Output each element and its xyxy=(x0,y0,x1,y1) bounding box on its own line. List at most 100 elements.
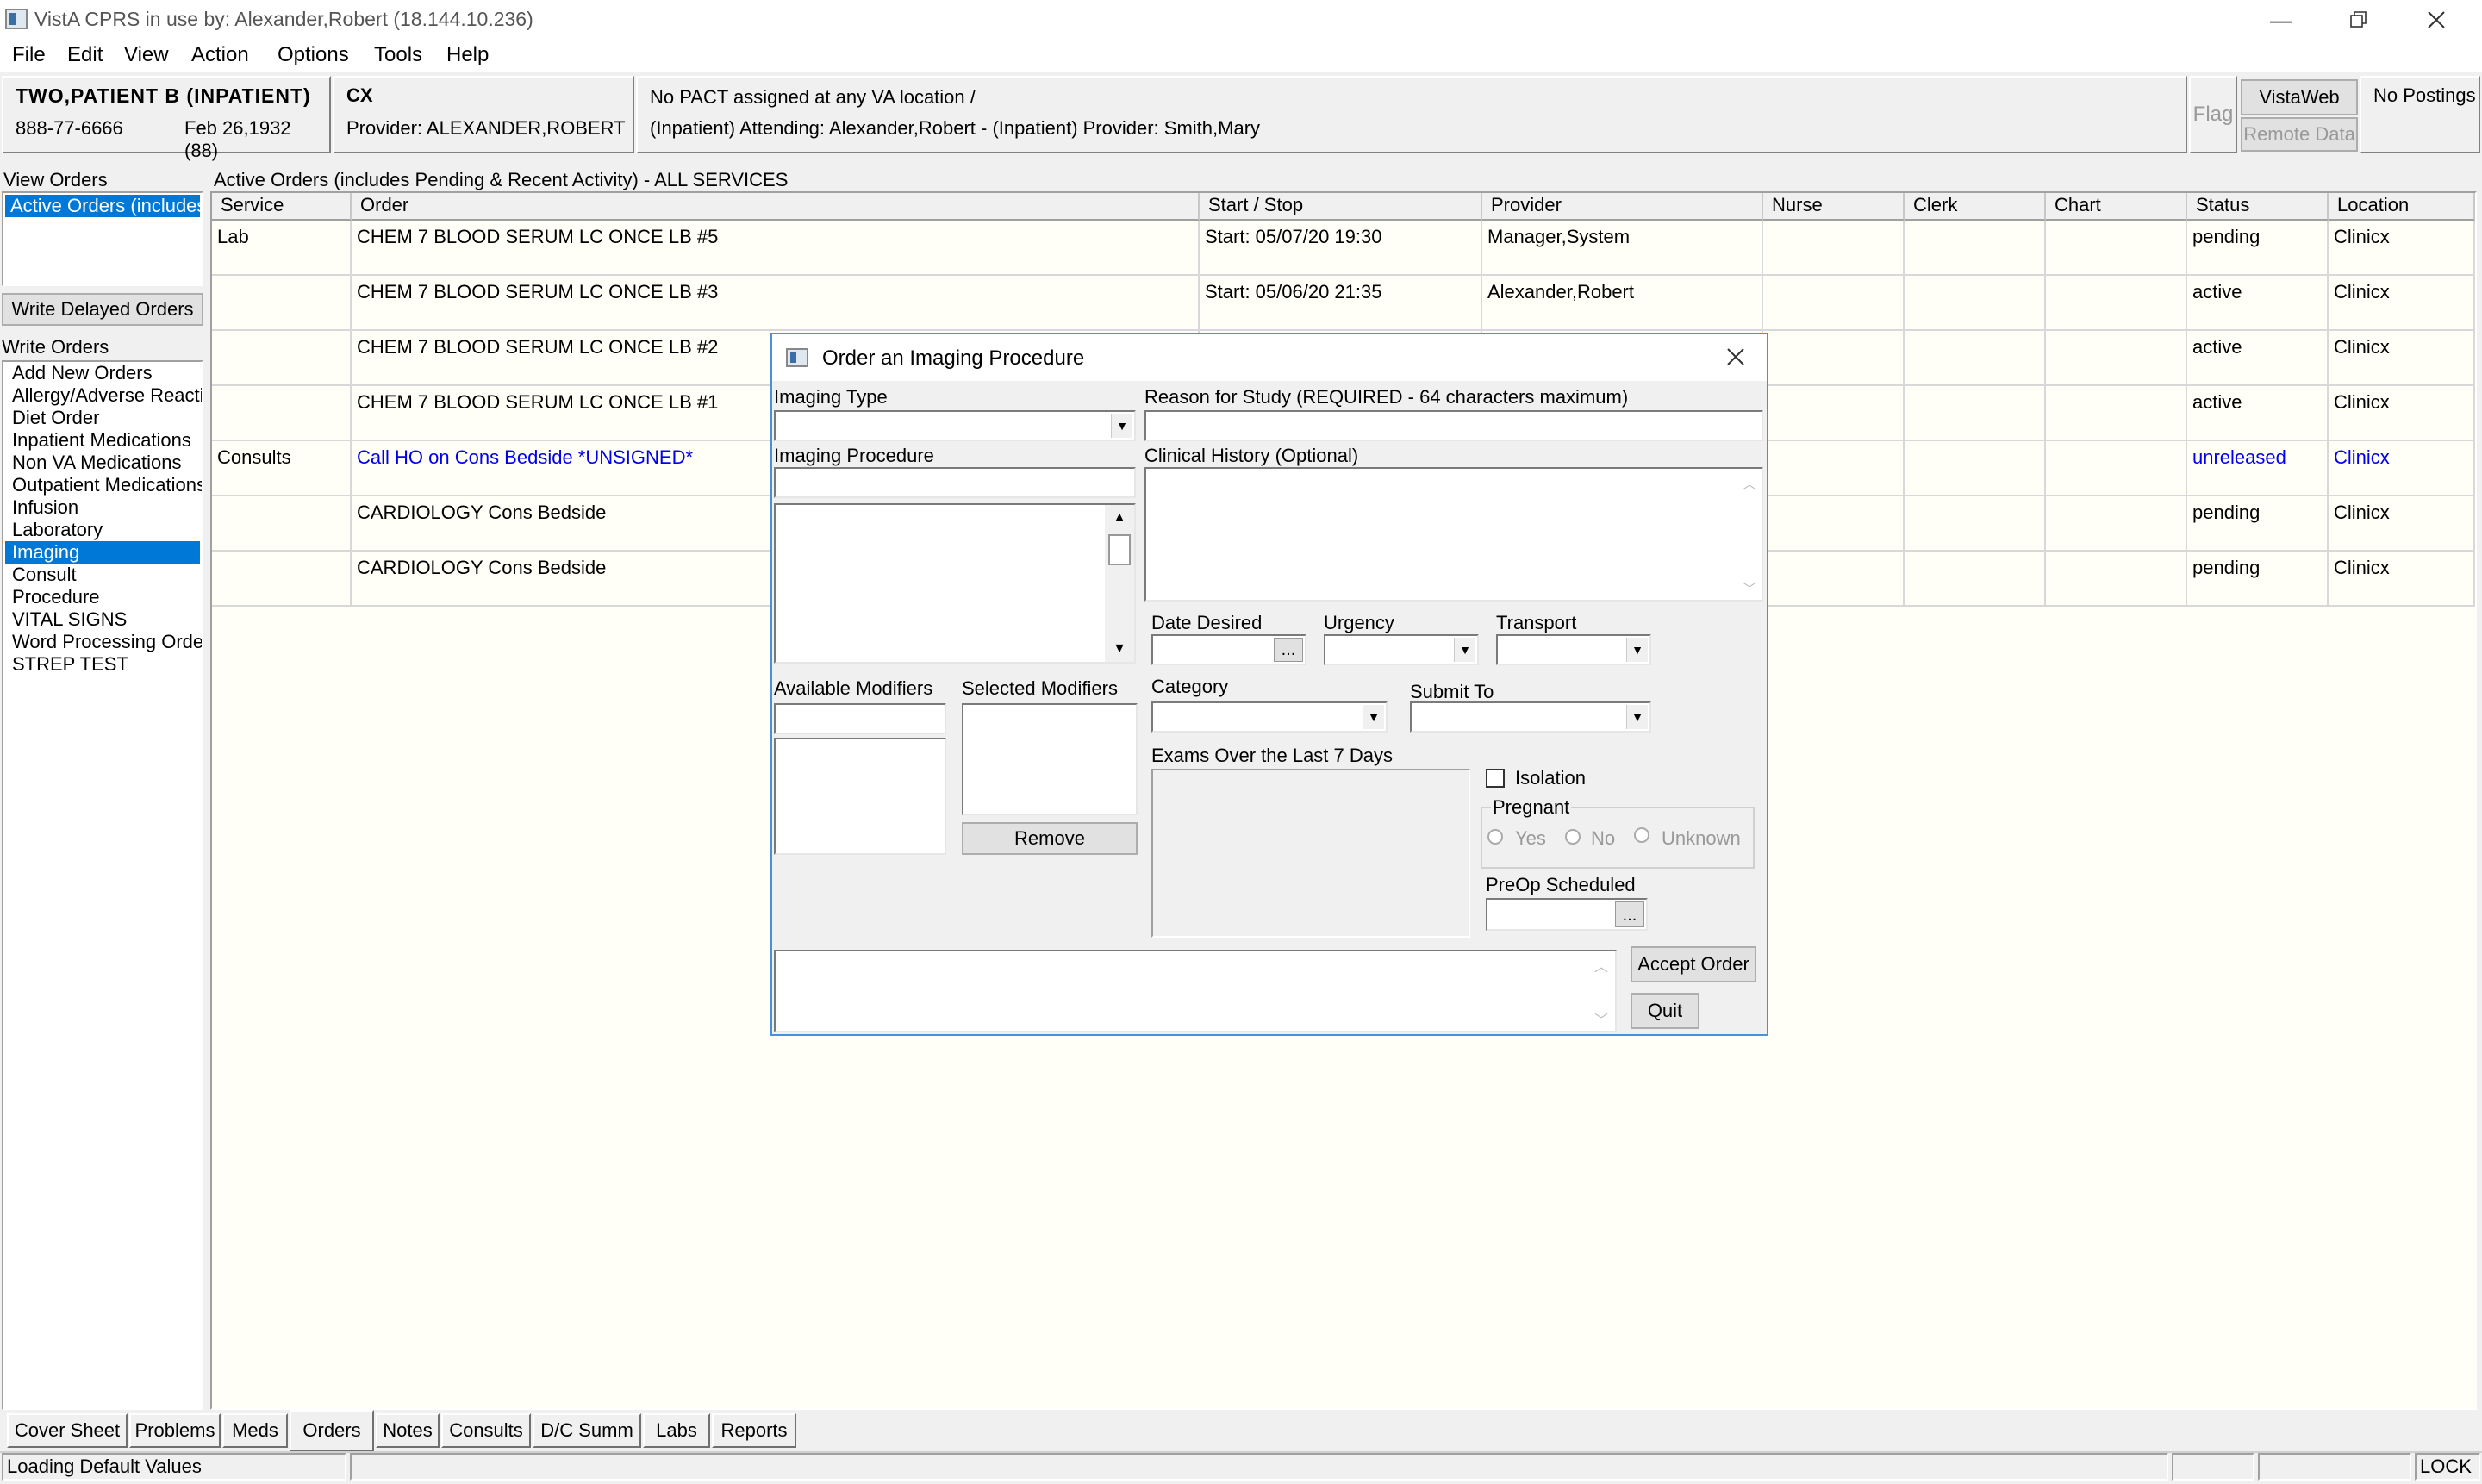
view-orders-list[interactable]: Active Orders (includes xyxy=(2,191,203,286)
urgency-combo[interactable]: ▼ xyxy=(1324,634,1479,665)
date-picker-button[interactable]: ... xyxy=(1274,638,1303,662)
menu-tools[interactable]: Tools xyxy=(374,43,422,67)
scroll-down-icon[interactable]: ▼ xyxy=(1105,636,1134,662)
tab-notes[interactable]: Notes xyxy=(376,1413,440,1448)
tab-reports[interactable]: Reports xyxy=(712,1413,796,1448)
tab-meds[interactable]: Meds xyxy=(222,1413,288,1448)
write-orders-item[interactable]: Non VA Medications xyxy=(12,452,181,474)
scroll-up-icon[interactable]: ︿ xyxy=(1594,955,1608,976)
menu-action[interactable]: Action xyxy=(191,43,249,67)
restore-icon[interactable] xyxy=(2320,0,2398,40)
write-orders-item[interactable]: Inpatient Medications xyxy=(12,429,191,452)
column-header-order[interactable]: Order xyxy=(352,193,1200,221)
write-orders-item[interactable]: Add New Orders xyxy=(12,362,153,384)
write-orders-item[interactable]: Consult xyxy=(12,564,77,586)
chevron-down-icon[interactable]: ▼ xyxy=(1363,705,1384,729)
column-header-provider[interactable]: Provider xyxy=(1482,193,1763,221)
minimize-icon[interactable]: — xyxy=(2242,0,2320,40)
available-modifiers-list[interactable] xyxy=(774,738,946,855)
status-message: Loading Default Values xyxy=(2,1453,346,1481)
column-header-nurse[interactable]: Nurse xyxy=(1763,193,1905,221)
reason-label: Reason for Study (REQUIRED - 64 characte… xyxy=(1144,386,1629,408)
write-orders-item[interactable]: Diet Order xyxy=(12,407,99,429)
menu-help[interactable]: Help xyxy=(446,43,489,67)
chevron-down-icon[interactable]: ▼ xyxy=(1626,638,1648,662)
write-orders-item[interactable]: Laboratory xyxy=(12,519,103,541)
pregnant-unknown-radio[interactable] xyxy=(1634,827,1649,843)
patient-info-button[interactable]: TWO,PATIENT B (INPATIENT) 888-77-6666 Fe… xyxy=(2,76,331,161)
write-delayed-orders-button[interactable]: Write Delayed Orders xyxy=(2,293,203,326)
chevron-down-icon[interactable]: ▼ xyxy=(1626,705,1648,729)
write-orders-item-selected[interactable]: Imaging xyxy=(5,541,200,564)
view-orders-selected[interactable]: Active Orders (includes xyxy=(5,195,200,217)
write-orders-item[interactable]: Outpatient Medications xyxy=(12,474,202,496)
cell-nurse xyxy=(1763,552,1905,607)
procedure-scrollbar[interactable]: ▲ ▼ xyxy=(1105,505,1134,662)
imaging-procedure-list[interactable]: ▲ ▼ xyxy=(774,503,1136,664)
menu-view[interactable]: View xyxy=(124,43,169,67)
encounter-button[interactable]: CX Provider: ALEXANDER,ROBERT xyxy=(333,76,634,153)
table-row[interactable]: CHEM 7 BLOOD SERUM LC ONCE LB #3 Start: 0… xyxy=(212,276,2475,331)
write-orders-item[interactable]: STREP TEST xyxy=(12,653,128,676)
write-orders-item[interactable]: Allergy/Adverse Reacti xyxy=(12,384,202,407)
menu-file[interactable]: File xyxy=(12,43,46,67)
menu-options[interactable]: Options xyxy=(278,43,349,67)
pregnant-no-radio[interactable] xyxy=(1565,829,1581,845)
scroll-down-icon[interactable]: ﹀ xyxy=(1594,1008,1608,1029)
tab-cover-sheet[interactable]: Cover Sheet xyxy=(7,1413,128,1448)
column-header-location[interactable]: Location xyxy=(2329,193,2475,221)
tab-problems[interactable]: Problems xyxy=(129,1413,221,1448)
selected-modifiers-list[interactable] xyxy=(962,703,1138,815)
write-orders-item[interactable]: VITAL SIGNS xyxy=(12,608,127,631)
column-header-service[interactable]: Service xyxy=(212,193,352,221)
preop-picker-button[interactable]: ... xyxy=(1615,901,1644,927)
category-combo[interactable]: ▼ xyxy=(1151,701,1388,733)
write-orders-item[interactable]: Word Processing Order xyxy=(12,631,202,653)
chevron-down-icon[interactable]: ▼ xyxy=(1454,638,1475,662)
isolation-checkbox[interactable] xyxy=(1486,769,1505,788)
pregnant-yes-radio[interactable] xyxy=(1487,829,1503,845)
tab-consults[interactable]: Consults xyxy=(441,1413,531,1448)
column-header-start-stop[interactable]: Start / Stop xyxy=(1200,193,1482,221)
tab-orders[interactable]: Orders xyxy=(290,1410,374,1451)
imaging-type-combo[interactable]: ▼ xyxy=(774,410,1136,441)
scroll-up-icon[interactable]: ▲ xyxy=(1105,505,1134,531)
tab-labs[interactable]: Labs xyxy=(643,1413,710,1448)
column-header-clerk[interactable]: Clerk xyxy=(1905,193,2046,221)
transport-combo[interactable]: ▼ xyxy=(1496,634,1651,665)
date-desired-input[interactable]: ... xyxy=(1151,634,1306,665)
scroll-down-icon[interactable]: ﹀ xyxy=(1743,577,1756,598)
column-header-status[interactable]: Status xyxy=(2187,193,2329,221)
close-icon[interactable] xyxy=(2398,0,2475,40)
menu-edit[interactable]: Edit xyxy=(67,43,103,67)
reason-input[interactable] xyxy=(1144,410,1763,441)
vistaweb-button[interactable]: VistaWeb xyxy=(2241,79,2358,115)
imaging-procedure-input[interactable] xyxy=(774,467,1136,498)
clinical-history-textarea[interactable]: ︿ ﹀ xyxy=(1144,467,1763,602)
chevron-down-icon[interactable]: ▼ xyxy=(1111,414,1132,438)
submit-to-combo[interactable]: ▼ xyxy=(1410,701,1651,733)
write-orders-item[interactable]: Procedure xyxy=(12,586,100,608)
cell-nurse xyxy=(1763,276,1905,331)
remove-button[interactable]: Remove xyxy=(962,822,1138,855)
tab-dc-summ[interactable]: D/C Summ xyxy=(533,1413,641,1448)
quit-button[interactable]: Quit xyxy=(1631,993,1699,1029)
remote-data-button[interactable]: Remote Data xyxy=(2241,117,2358,152)
write-orders-list[interactable]: Add New Orders Allergy/Adverse Reacti Di… xyxy=(2,360,203,1410)
write-orders-item[interactable]: Infusion xyxy=(12,496,78,519)
cell-service xyxy=(212,331,352,386)
available-modifiers-input[interactable] xyxy=(774,703,946,734)
accept-order-button[interactable]: Accept Order xyxy=(1631,946,1756,982)
exams-list[interactable] xyxy=(1151,769,1470,938)
scroll-up-icon[interactable]: ︿ xyxy=(1743,472,1756,493)
scroll-thumb[interactable] xyxy=(1108,534,1131,565)
preop-input[interactable]: ... xyxy=(1486,898,1648,931)
dialog-close-icon[interactable] xyxy=(1725,346,1746,372)
table-row[interactable]: Lab CHEM 7 BLOOD SERUM LC ONCE LB #5 Start… xyxy=(212,221,2475,276)
pact-info-button[interactable]: No PACT assigned at any VA location / (I… xyxy=(636,76,2187,153)
column-header-chart[interactable]: Chart xyxy=(2046,193,2187,221)
status-panel xyxy=(2258,1453,2411,1481)
postings-button[interactable]: No Postings xyxy=(2360,76,2480,153)
postings-label: No Postings xyxy=(2373,84,2476,106)
flag-button[interactable]: Flag xyxy=(2189,76,2237,153)
